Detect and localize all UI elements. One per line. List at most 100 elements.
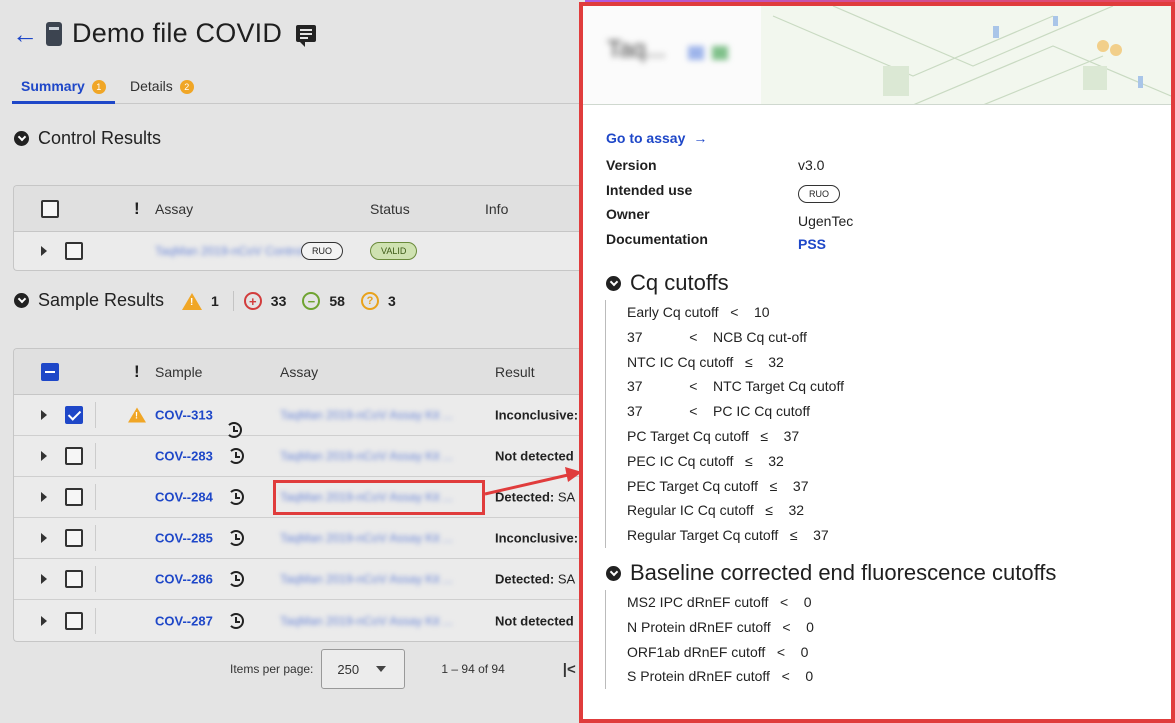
sample-link[interactable]: COV--313 xyxy=(155,408,213,423)
stat-positive[interactable]: + 33 xyxy=(243,292,286,310)
assay-properties: Go to assay → Version v3.0 Intended use … xyxy=(606,130,853,252)
page-range: 1 – 94 of 94 xyxy=(441,662,505,676)
list-item: Regular IC Cq cutoff ≤ 32 xyxy=(627,502,805,519)
assay-name[interactable]: TaqMan 2019-nCoV Assay Kit ... xyxy=(280,531,453,545)
expand-row-icon[interactable] xyxy=(41,451,47,461)
history-icon[interactable] xyxy=(228,448,244,464)
row-checkbox[interactable] xyxy=(65,529,83,547)
stat-unknown-count: 3 xyxy=(387,293,396,309)
sample-results-title: Sample Results xyxy=(38,290,165,310)
result-value: Inconclusive: xyxy=(495,408,578,423)
select-all-checkbox[interactable] xyxy=(41,362,59,381)
back-arrow-icon[interactable]: ← xyxy=(12,21,38,47)
control-results-table: ! Assay Status Info TaqMan 2019-nCoV Con… xyxy=(13,185,585,271)
control-results-header[interactable]: Control Results xyxy=(14,128,161,149)
control-assay-name[interactable]: TaqMan 2019-nCoV Control xyxy=(155,244,304,258)
row-checkbox[interactable] xyxy=(65,406,83,424)
items-per-page-value: 250 xyxy=(337,661,360,677)
result-value: Inconclusive: xyxy=(495,531,578,546)
stat-warning-count: 1 xyxy=(211,293,219,309)
control-results-title: Control Results xyxy=(38,128,162,148)
stat-negative[interactable]: − 58 xyxy=(302,292,345,310)
list-item: PC Target Cq cutoff ≤ 37 xyxy=(627,427,800,444)
go-to-assay-label: Go to assay xyxy=(606,130,686,146)
assay-name[interactable]: TaqMan 2019-nCoV Assay Kit ... xyxy=(280,614,453,628)
sample-link[interactable]: COV--286 xyxy=(155,572,213,587)
ruo-tag: RUO xyxy=(798,185,840,203)
table-row[interactable]: COV--287 TaqMan 2019-nCoV Assay Kit ... … xyxy=(14,600,585,641)
owner-row: Owner UgenTec xyxy=(606,206,853,229)
baseline-cutoffs-title: Baseline corrected end fluorescence cuto… xyxy=(630,560,1057,585)
assay-column-header[interactable]: Assay xyxy=(280,364,318,380)
cq-cutoffs-header[interactable]: Cq cutoffs xyxy=(606,270,729,296)
sample-link[interactable]: COV--285 xyxy=(155,531,213,546)
tab-details[interactable]: Details 2 xyxy=(121,75,203,104)
status-badge: VALID xyxy=(370,242,418,260)
expand-row-icon[interactable] xyxy=(41,574,47,584)
pss-link[interactable]: PSS xyxy=(798,236,826,252)
first-page-icon[interactable]: |< xyxy=(563,661,576,678)
result-value: Detected: SA xyxy=(495,572,575,587)
stat-unknown[interactable]: ? 3 xyxy=(360,292,396,310)
intended-use-row: Intended use RUO xyxy=(606,182,840,203)
row-checkbox[interactable] xyxy=(65,570,83,588)
sample-table-header: ! Sample Assay Result xyxy=(14,349,585,395)
row-checkbox[interactable] xyxy=(65,242,83,260)
row-checkbox[interactable] xyxy=(65,611,83,630)
chevron-down-icon xyxy=(376,666,387,672)
list-item: N Protein dRnEF cutoff < 0 xyxy=(627,618,814,635)
result-detail: SA xyxy=(554,571,576,587)
cq-cutoffs-list: Early Cq cutoff < 10 37 < NCB Cq cut-off… xyxy=(605,300,844,548)
tab-summary[interactable]: Summary 1 xyxy=(12,75,115,104)
sample-link[interactable]: COV--283 xyxy=(155,449,213,464)
history-icon[interactable] xyxy=(228,489,244,505)
assay-name[interactable]: TaqMan 2019-nCoV Assay Kit ... xyxy=(280,449,453,463)
baseline-cutoffs-header[interactable]: Baseline corrected end fluorescence cuto… xyxy=(606,560,1056,586)
divider xyxy=(95,566,96,592)
assay-name[interactable]: TaqMan 2019-nCoV Assay Kit ... xyxy=(280,572,453,586)
chevron-down-icon xyxy=(14,131,29,146)
result-column-header[interactable]: Result xyxy=(495,364,535,380)
assay-column-header[interactable]: Assay xyxy=(155,201,193,217)
sample-column-header[interactable]: Sample xyxy=(155,364,202,380)
sample-link[interactable]: COV--284 xyxy=(155,490,213,505)
assay-name[interactable]: TaqMan 2019-nCoV Assay Kit ... xyxy=(280,408,453,422)
sample-link[interactable]: COV--287 xyxy=(155,613,213,628)
items-per-page-select[interactable]: 250 xyxy=(321,649,406,689)
expand-row-icon[interactable] xyxy=(41,615,47,626)
comment-icon[interactable] xyxy=(296,25,317,47)
field-value: UgenTec xyxy=(798,213,854,229)
expand-row-icon[interactable] xyxy=(41,533,47,543)
list-item: 37 < NTC Target Cq cutoff xyxy=(627,378,844,395)
table-row[interactable]: TaqMan 2019-nCoV Control RUO VALID xyxy=(14,232,585,270)
page-header: ← Demo file COVID xyxy=(12,18,317,49)
highlight-box xyxy=(273,480,485,515)
expand-row-icon[interactable] xyxy=(41,410,47,420)
row-checkbox[interactable] xyxy=(65,447,83,465)
history-icon[interactable] xyxy=(228,612,244,629)
chevron-down-icon xyxy=(606,275,621,291)
go-to-assay-link[interactable]: Go to assay → xyxy=(606,130,707,146)
table-row[interactable]: COV--283 TaqMan 2019-nCoV Assay Kit ... … xyxy=(14,436,585,477)
history-icon[interactable] xyxy=(228,571,244,587)
sample-results-header[interactable]: Sample Results xyxy=(14,290,164,311)
list-item: PEC IC Cq cutoff ≤ 32 xyxy=(627,452,784,469)
table-row[interactable]: ! COV--313 TaqMan 2019-nCoV Assay Kit ..… xyxy=(14,395,585,438)
status-column-header[interactable]: Status xyxy=(370,201,410,217)
info-column-header[interactable]: Info xyxy=(485,201,508,217)
select-all-checkbox[interactable] xyxy=(41,199,59,218)
expand-row-icon[interactable] xyxy=(41,492,47,502)
stat-warning[interactable]: ! 1 xyxy=(182,292,219,310)
history-icon[interactable] xyxy=(228,530,244,546)
warning-icon: ! xyxy=(128,407,146,423)
field-label: Version xyxy=(606,157,657,173)
result-value: Not detected xyxy=(495,449,574,464)
plus-circle-icon: + xyxy=(243,292,262,310)
row-checkbox[interactable] xyxy=(65,488,83,506)
table-row[interactable]: COV--285 TaqMan 2019-nCoV Assay Kit ... … xyxy=(14,518,585,559)
expand-row-icon[interactable] xyxy=(41,246,47,256)
table-row[interactable]: COV--286 TaqMan 2019-nCoV Assay Kit ... … xyxy=(14,559,585,600)
divider xyxy=(95,607,96,634)
field-label: Documentation xyxy=(606,231,708,247)
warning-icon: ! xyxy=(182,292,202,310)
